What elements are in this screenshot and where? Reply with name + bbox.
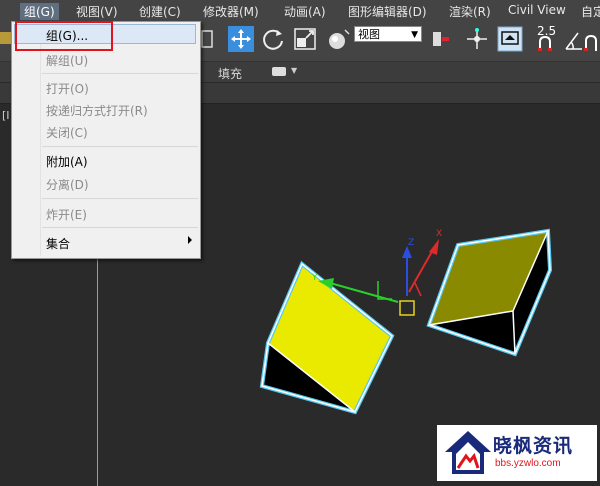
submenu-arrow-icon [188,236,192,244]
menu-separator [42,198,198,199]
annotation-highlight-box [15,21,113,51]
group-menu-dropdown: 组(G)... 解组(U) 打开(O) 按递归方式打开(R) 关闭(C) 附加(… [11,21,201,259]
menu-item-close[interactable]: 关闭(C) [46,124,88,141]
house-logo-icon [445,431,491,474]
menu-gutter [40,24,41,256]
axis-x-label: X [436,229,442,239]
menu-item-open-recursive[interactable]: 按递归方式打开(R) [46,102,148,119]
menu-item-assembly[interactable]: 集合 [46,235,70,252]
menu-item-open[interactable]: 打开(O) [46,80,89,97]
menu-item-ungroup[interactable]: 解组(U) [46,52,88,69]
axis-y-label: Y [311,273,318,283]
gizmo-center-square[interactable] [399,300,415,316]
watermark-logo: 晓枫资讯 bbs.yzwlo.com [437,425,597,481]
watermark-url: bbs.yzwlo.com [495,458,561,469]
menu-item-explode[interactable]: 炸开(E) [46,206,87,223]
menu-item-detach[interactable]: 分离(D) [46,176,89,193]
watermark-brand: 晓枫资讯 [493,435,574,457]
axis-z-label: Z [408,238,414,248]
menu-separator [42,73,198,74]
box-object-right[interactable] [426,228,553,357]
menu-separator [42,146,198,147]
box-object-left[interactable] [259,260,395,415]
menu-item-attach[interactable]: 附加(A) [46,153,88,170]
menu-separator [42,227,198,228]
